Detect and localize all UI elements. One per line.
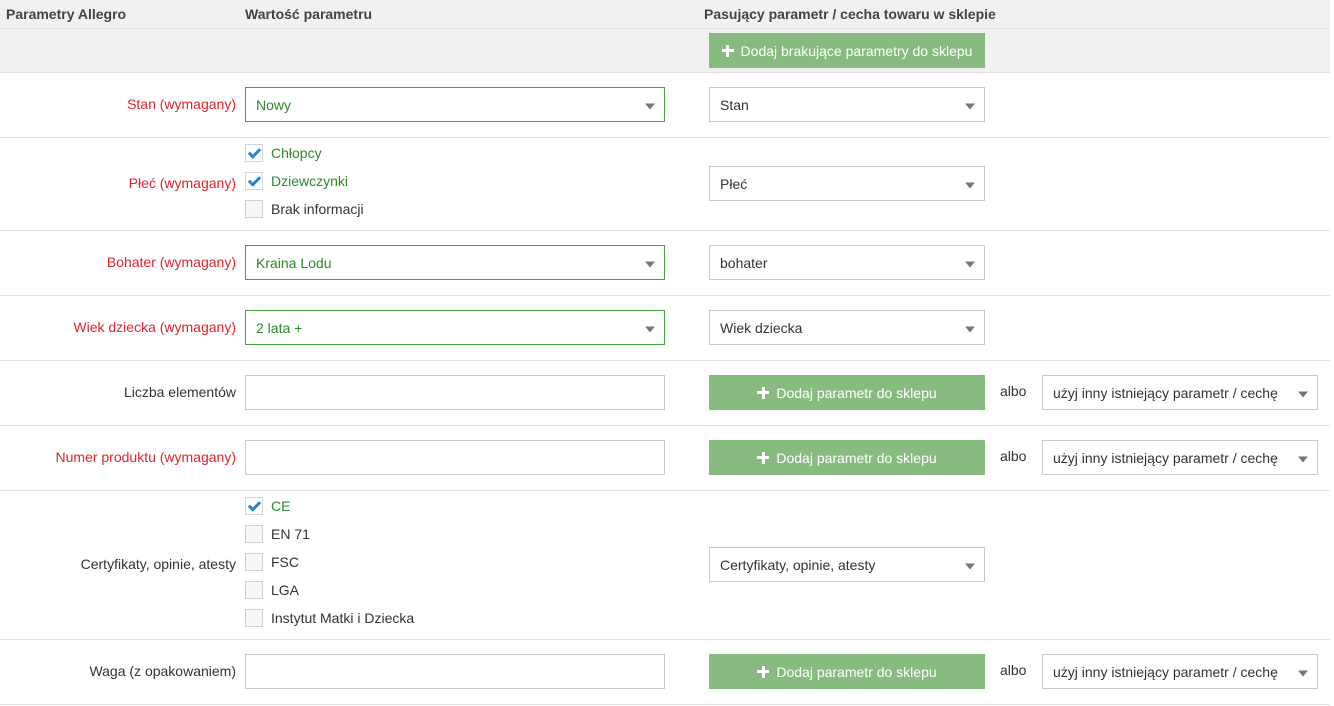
checkbox-label: Brak informacji bbox=[271, 201, 364, 217]
alt-param-value: użyj inny istniejący parametr / cechę bbox=[1053, 384, 1278, 401]
stan-match-select[interactable]: Stan bbox=[709, 87, 985, 122]
label-stan: Stan (wymagany) bbox=[127, 96, 236, 112]
alt-param-select[interactable]: użyj inny istniejący parametr / cechę bbox=[1042, 440, 1318, 475]
checkbox-unchecked[interactable] bbox=[245, 200, 263, 218]
wiek-match-select[interactable]: Wiek dziecka bbox=[709, 310, 985, 345]
allegro-parameters-form: Parametry Allegro Wartość parametru Pasu… bbox=[0, 0, 1330, 706]
add-param-label: Dodaj parametr do sklepu bbox=[776, 384, 937, 401]
row-stan: Stan (wymagany) Nowy Stan bbox=[0, 73, 1330, 138]
add-missing-bar: Dodaj brakujące parametry do sklepu bbox=[0, 29, 1330, 73]
checkbox-label: LGA bbox=[271, 582, 300, 598]
row-plec: Płeć (wymagany) Chłopcy Dziewczynki Brak… bbox=[0, 138, 1330, 231]
row-bohater: Bohater (wymagany) Kraina Lodu bohater bbox=[0, 231, 1330, 296]
add-param-label: Dodaj parametr do sklepu bbox=[776, 449, 937, 466]
stan-value-select[interactable]: Nowy bbox=[245, 87, 665, 122]
certyfikaty-match-select[interactable]: Certyfikaty, opinie, atesty bbox=[709, 547, 985, 582]
plus-icon bbox=[757, 665, 770, 678]
chevron-down-icon bbox=[1298, 391, 1308, 397]
chevron-down-icon bbox=[645, 261, 655, 267]
liczba-input[interactable] bbox=[245, 375, 665, 410]
chevron-down-icon bbox=[965, 182, 975, 188]
numer-input[interactable] bbox=[245, 440, 665, 475]
chevron-down-icon bbox=[965, 563, 975, 569]
plus-icon bbox=[757, 451, 770, 464]
header-param-value: Wartość parametru bbox=[245, 6, 373, 22]
or-label: albo bbox=[1000, 448, 1027, 464]
add-missing-params-button[interactable]: Dodaj brakujące parametry do sklepu bbox=[709, 33, 985, 68]
plec-match-select[interactable]: Płeć bbox=[709, 166, 985, 201]
checkbox-checked[interactable] bbox=[245, 144, 263, 162]
bohater-match: bohater bbox=[720, 254, 768, 271]
checkbox-label: Dziewczynki bbox=[271, 173, 349, 189]
bohater-value: Kraina Lodu bbox=[256, 254, 332, 271]
alt-param-value: użyj inny istniejący parametr / cechę bbox=[1053, 449, 1278, 466]
bohater-match-select[interactable]: bohater bbox=[709, 245, 985, 280]
table-header: Parametry Allegro Wartość parametru Pasu… bbox=[0, 0, 1330, 29]
plec-match: Płeć bbox=[720, 175, 748, 192]
or-label: albo bbox=[1000, 662, 1027, 678]
add-param-button[interactable]: Dodaj parametr do sklepu bbox=[709, 440, 985, 475]
bohater-value-select[interactable]: Kraina Lodu bbox=[245, 245, 665, 280]
checkbox-label: CE bbox=[271, 498, 291, 514]
label-waga: Waga (z opakowaniem) bbox=[89, 663, 236, 679]
label-plec: Płeć (wymagany) bbox=[128, 175, 236, 191]
label-wiek: Wiek dziecka (wymagany) bbox=[73, 319, 236, 335]
add-param-button[interactable]: Dodaj parametr do sklepu bbox=[709, 654, 985, 689]
row-liczba: Liczba elementów Dodaj parametr do sklep… bbox=[0, 361, 1330, 426]
stan-match: Stan bbox=[720, 96, 749, 113]
chevron-down-icon bbox=[1298, 670, 1308, 676]
row-waga: Waga (z opakowaniem) Dodaj parametr do s… bbox=[0, 640, 1330, 705]
plus-icon bbox=[721, 44, 734, 57]
checkbox-checked[interactable] bbox=[245, 497, 263, 515]
certyfikaty-match: Certyfikaty, opinie, atesty bbox=[720, 556, 876, 573]
wiek-value-select[interactable]: 2 lata + bbox=[245, 310, 665, 345]
header-allegro-params: Parametry Allegro bbox=[6, 6, 127, 22]
add-param-label: Dodaj parametr do sklepu bbox=[776, 663, 937, 680]
row-certyfikaty: Certyfikaty, opinie, atesty CE EN 71 FSC… bbox=[0, 491, 1330, 640]
row-numer: Numer produktu (wymagany) Dodaj parametr… bbox=[0, 426, 1330, 491]
alt-param-select[interactable]: użyj inny istniejący parametr / cechę bbox=[1042, 654, 1318, 689]
chevron-down-icon bbox=[645, 326, 655, 332]
plus-icon bbox=[757, 386, 770, 399]
wiek-value: 2 lata + bbox=[256, 319, 303, 336]
add-missing-params-label: Dodaj brakujące parametry do sklepu bbox=[740, 42, 973, 59]
stan-value: Nowy bbox=[256, 96, 292, 113]
checkbox-label: Chłopcy bbox=[271, 145, 322, 161]
row-wiek: Wiek dziecka (wymagany) 2 lata + Wiek dz… bbox=[0, 296, 1330, 361]
label-certyfikaty: Certyfikaty, opinie, atesty bbox=[80, 556, 236, 572]
label-numer: Numer produktu (wymagany) bbox=[55, 449, 236, 465]
alt-param-value: użyj inny istniejący parametr / cechę bbox=[1053, 663, 1278, 680]
wiek-match: Wiek dziecka bbox=[720, 319, 803, 336]
checkbox-unchecked[interactable] bbox=[245, 525, 263, 543]
checkbox-label: Instytut Matki i Dziecka bbox=[271, 610, 415, 626]
header-shop-match: Pasujący parametr / cecha towaru w sklep… bbox=[704, 6, 996, 22]
checkbox-checked[interactable] bbox=[245, 172, 263, 190]
label-bohater: Bohater (wymagany) bbox=[106, 254, 236, 270]
label-liczba: Liczba elementów bbox=[123, 384, 236, 400]
checkbox-unchecked[interactable] bbox=[245, 581, 263, 599]
chevron-down-icon bbox=[1298, 456, 1308, 462]
or-label: albo bbox=[1000, 383, 1027, 399]
waga-input[interactable] bbox=[245, 654, 665, 689]
chevron-down-icon bbox=[965, 326, 975, 332]
chevron-down-icon bbox=[965, 261, 975, 267]
alt-param-select[interactable]: użyj inny istniejący parametr / cechę bbox=[1042, 375, 1318, 410]
chevron-down-icon bbox=[965, 103, 975, 109]
checkbox-label: FSC bbox=[271, 554, 299, 570]
checkbox-label: EN 71 bbox=[271, 526, 310, 542]
chevron-down-icon bbox=[645, 103, 655, 109]
checkbox-unchecked[interactable] bbox=[245, 553, 263, 571]
checkbox-unchecked[interactable] bbox=[245, 609, 263, 627]
add-param-button[interactable]: Dodaj parametr do sklepu bbox=[709, 375, 985, 410]
